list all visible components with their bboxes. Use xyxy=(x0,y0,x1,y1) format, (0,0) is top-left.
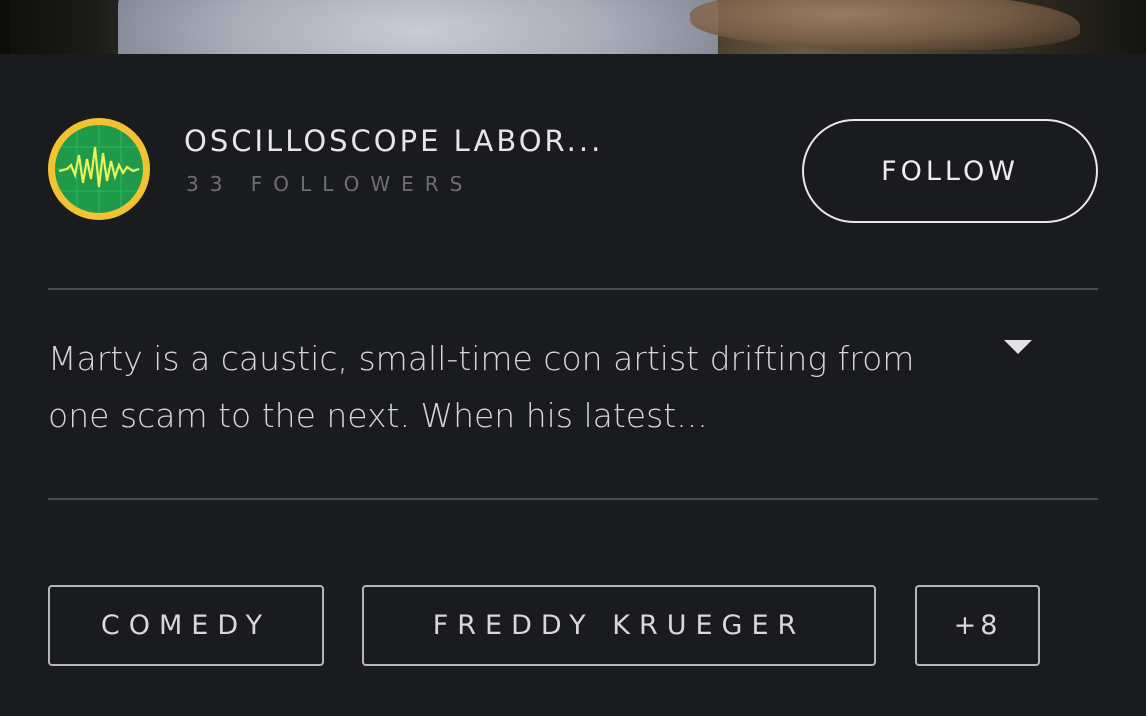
film-detail-panel: OSCILLOSCOPE LABOR... 33 FOLLOWERS FOLLO… xyxy=(0,0,1146,716)
hero-image xyxy=(0,0,1146,54)
creator-avatar[interactable] xyxy=(48,118,150,220)
film-description: Marty is a caustic, small-time con artis… xyxy=(48,339,915,435)
divider-top xyxy=(48,288,1098,290)
tag-freddy-krueger[interactable]: FREDDY KRUEGER xyxy=(362,585,876,666)
oscilloscope-logo-icon xyxy=(55,125,143,213)
divider-bottom xyxy=(48,498,1098,500)
tag-comedy[interactable]: COMEDY xyxy=(48,585,324,666)
tag-more-button[interactable]: +8 xyxy=(915,585,1040,666)
caret-down-icon[interactable] xyxy=(1000,336,1036,360)
follower-count: 33 FOLLOWERS xyxy=(186,172,474,196)
follow-button[interactable]: FOLLOW xyxy=(802,119,1098,223)
creator-name[interactable]: OSCILLOSCOPE LABOR... xyxy=(184,124,603,158)
